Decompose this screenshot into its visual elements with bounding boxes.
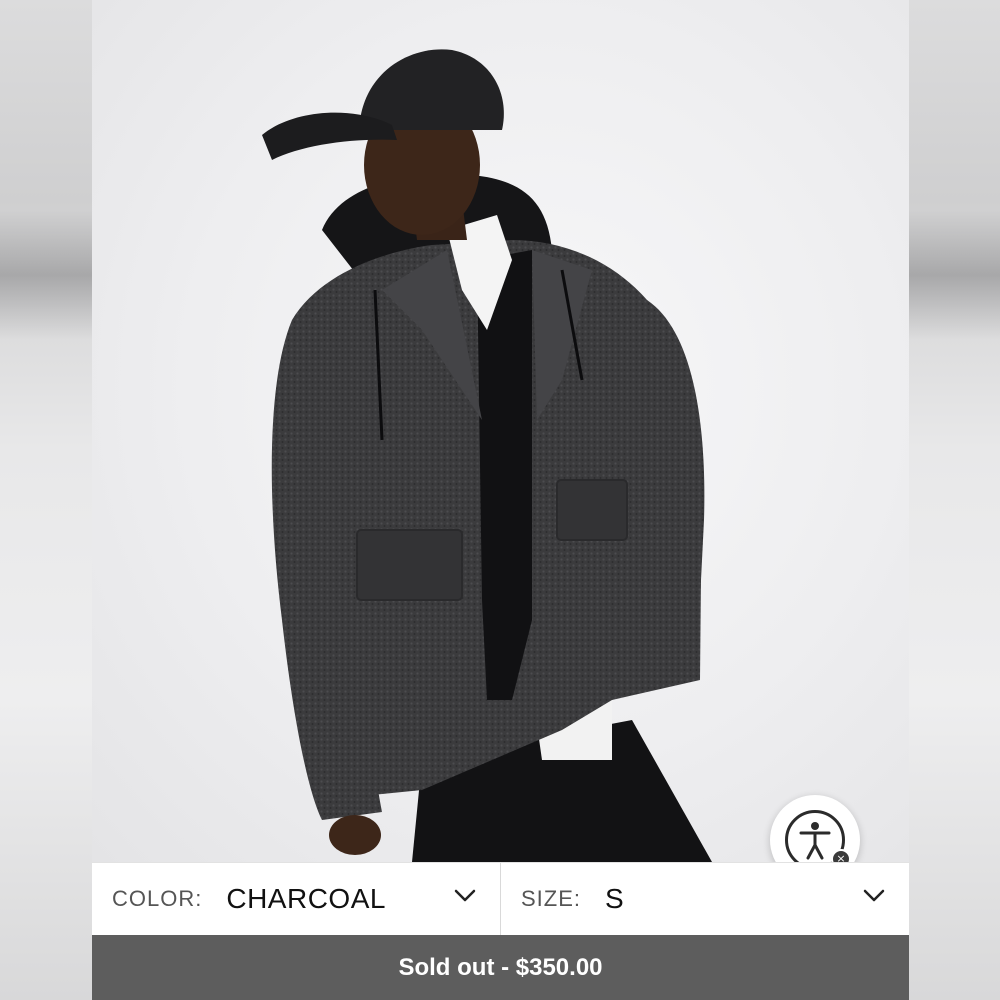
- chevron-down-icon: [863, 889, 885, 902]
- product-image: [92, 0, 909, 862]
- price-separator: -: [494, 953, 516, 981]
- size-selector[interactable]: SIZE: S: [500, 863, 909, 935]
- sold-out-status: Sold out: [398, 953, 495, 981]
- product-illustration: [262, 49, 712, 862]
- price: $350.00: [515, 953, 603, 981]
- size-label: SIZE:: [521, 886, 582, 911]
- size-value: S: [605, 883, 625, 914]
- accessibility-person-icon: ×: [785, 810, 851, 870]
- right-blurred-panel: [908, 0, 1000, 1000]
- color-selector[interactable]: COLOR: CHARCOAL: [92, 863, 500, 935]
- left-blurred-panel: [0, 0, 92, 1000]
- color-label: COLOR:: [112, 886, 203, 911]
- color-value: CHARCOAL: [226, 883, 386, 914]
- chevron-down-icon: [454, 889, 476, 902]
- variant-selectors: COLOR: CHARCOAL SIZE: S: [92, 862, 909, 935]
- sold-out-price-button[interactable]: Sold out - $350.00: [92, 935, 909, 1000]
